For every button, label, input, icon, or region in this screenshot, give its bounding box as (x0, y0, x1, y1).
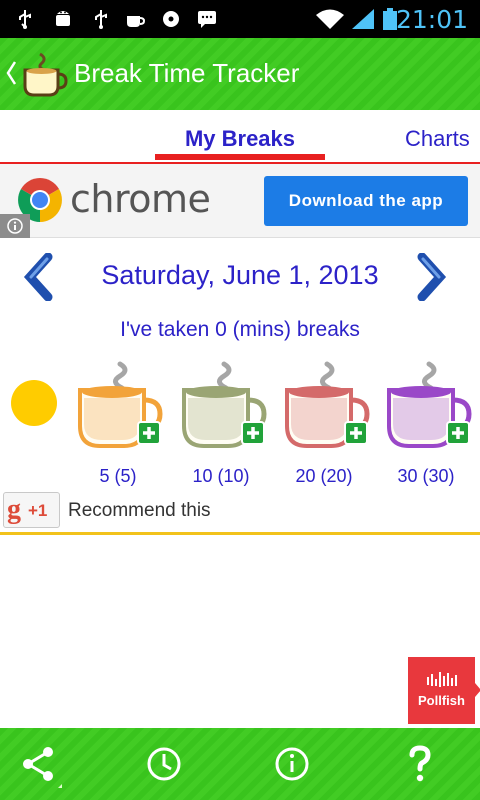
clock-icon[interactable] (140, 740, 188, 788)
recommend-label: Recommend this (68, 500, 211, 521)
cup-5-button[interactable] (76, 358, 168, 452)
info-icon (7, 218, 23, 234)
steam-icon (113, 361, 128, 391)
record-player-icon (163, 11, 179, 27)
usb-icon (19, 10, 31, 29)
pollfish-tab-arrow (475, 683, 480, 697)
audio-wave-icon (427, 672, 457, 687)
cup-20-button[interactable] (283, 358, 375, 452)
android-debug-icon (56, 11, 70, 26)
cup-shade (188, 398, 244, 440)
download-app-button[interactable]: Download the app (264, 176, 468, 226)
next-day-arrow-icon[interactable] (414, 253, 450, 301)
cup-30-label: 30 (30) (397, 466, 455, 486)
cup-shade (393, 398, 449, 440)
pollfish-label: Pollfish (418, 693, 465, 708)
current-date-label: Saturday, June 1, 2013 (101, 260, 379, 290)
previous-day-arrow-icon[interactable] (20, 253, 56, 301)
coffee-cup-icon (127, 16, 146, 27)
cup-10-button[interactable] (180, 358, 272, 452)
plus-one-label: +1 (28, 501, 48, 520)
share-icon[interactable] (14, 740, 62, 788)
cup-20-label: 20 (20) (295, 466, 353, 486)
cup-liquid (391, 386, 451, 398)
steam-icon (320, 361, 335, 391)
divider (0, 532, 480, 535)
google-g-icon: g (7, 494, 21, 525)
cup-liquid (289, 386, 349, 398)
info-icon[interactable] (268, 740, 316, 788)
ad-brand-text: chrome (70, 177, 211, 221)
chevron-left-icon[interactable] (5, 60, 17, 86)
google-plus-one-button[interactable]: g +1 (3, 492, 60, 528)
cup-shade (291, 398, 347, 440)
cup-liquid (186, 386, 246, 398)
steam-icon (422, 361, 437, 391)
cup-30-button[interactable] (385, 358, 477, 452)
cup-10-label: 10 (10) (192, 466, 250, 486)
app-logo-coffee-icon[interactable] (20, 50, 68, 98)
active-tab-indicator (155, 154, 325, 160)
app-screen: 21:01 Break Time Tracker My Breaks Chart… (0, 0, 480, 800)
cup-shade (84, 398, 140, 440)
cup-liquid (82, 386, 142, 398)
status-clock: 21:01 (395, 5, 468, 34)
tab-my-breaks[interactable]: My Breaks (155, 126, 325, 152)
action-bar: Break Time Tracker (0, 38, 480, 110)
cup-5-label: 5 (5) (99, 466, 137, 486)
bottom-action-bar (0, 728, 480, 800)
app-title: Break Time Tracker (74, 58, 300, 88)
status-bar: 21:01 (0, 0, 480, 38)
tab-charts[interactable]: Charts (405, 126, 470, 152)
date-navigation: Saturday, June 1, 2013 (0, 248, 480, 304)
sun-icon (11, 380, 57, 426)
steam-icon (217, 361, 232, 391)
breaks-summary: I've taken 0 (mins) breaks (120, 318, 360, 341)
ad-banner[interactable]: chrome Download the app (0, 164, 480, 238)
wifi-icon (316, 9, 344, 29)
signal-icon (352, 9, 374, 29)
usb-icon (95, 10, 107, 29)
help-question-icon[interactable] (396, 740, 444, 788)
message-icon (198, 11, 216, 28)
pollfish-survey-button[interactable]: Pollfish (408, 657, 480, 724)
tab-bar: My Breaks Charts (0, 110, 480, 164)
ad-info-badge[interactable] (0, 214, 30, 238)
